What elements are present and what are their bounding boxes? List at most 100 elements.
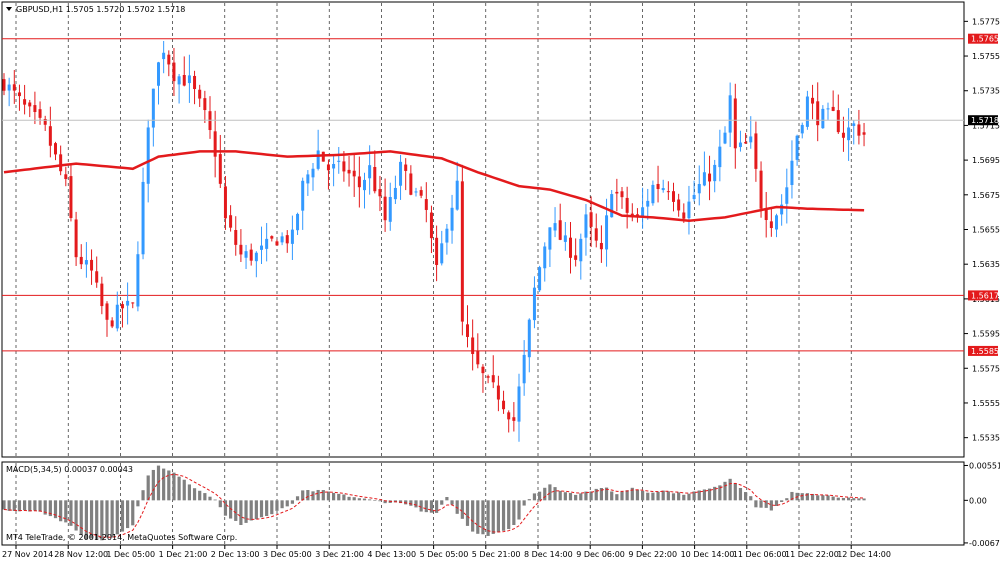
macd-bar xyxy=(610,491,614,501)
macd-bar xyxy=(218,500,222,508)
bear-candle xyxy=(435,237,439,265)
bear-candle xyxy=(326,164,330,171)
price-tick-label: 1.5635 xyxy=(972,260,1000,269)
bear-candle xyxy=(234,230,238,245)
macd-bar xyxy=(857,498,861,501)
bear-candle xyxy=(229,215,233,228)
macd-bar xyxy=(538,491,542,501)
macd-bar xyxy=(759,500,763,508)
bull-candle xyxy=(522,354,526,384)
macd-tick-label: -0.00673 xyxy=(969,539,1000,548)
macd-bar xyxy=(306,490,310,501)
macd-bar xyxy=(507,500,511,530)
bear-candle xyxy=(239,244,243,255)
bear-candle xyxy=(733,98,737,149)
macd-bar xyxy=(146,475,150,501)
bear-candle xyxy=(270,236,274,239)
trading-chart[interactable]: GBPUSD,H1 1.5705 1.5720 1.5702 1.5718 MA… xyxy=(0,0,1000,561)
bear-candle xyxy=(620,191,624,198)
time-tick-label: 5 Dec 21:00 xyxy=(472,550,521,559)
macd-bar xyxy=(311,491,315,501)
macd-bar xyxy=(213,499,217,501)
bear-candle xyxy=(12,84,16,91)
macd-bar xyxy=(852,498,856,501)
bear-candle xyxy=(64,174,68,180)
price-tick-label: 1.5735 xyxy=(972,87,1000,96)
macd-bar xyxy=(347,496,351,501)
bull-candle xyxy=(584,214,588,238)
macd-bar xyxy=(316,489,320,501)
bull-candle xyxy=(280,236,284,243)
bull-candle xyxy=(445,228,449,243)
bear-candle xyxy=(615,191,619,194)
macd-bar xyxy=(682,494,686,501)
price-tick-label: 1.5775 xyxy=(972,17,1000,26)
bull-candle xyxy=(548,227,552,250)
bear-candle xyxy=(404,164,408,171)
price-tick-label: 1.5555 xyxy=(972,399,1000,408)
macd-bar xyxy=(352,497,356,501)
current-price-label: 1.5718 xyxy=(971,116,999,125)
macd-bar xyxy=(2,500,6,510)
macd-bar xyxy=(378,500,382,502)
macd-tick-label: 0.00 xyxy=(969,496,987,505)
bear-candle xyxy=(466,324,469,337)
bear-candle xyxy=(594,228,598,241)
bull-candle xyxy=(692,194,696,200)
bear-candle xyxy=(110,320,114,327)
bull-candle xyxy=(455,180,459,210)
macd-bar xyxy=(568,492,573,501)
bear-candle xyxy=(599,242,603,250)
bear-candle xyxy=(131,302,135,304)
time-tick-label: 1 Dec 21:00 xyxy=(159,550,208,559)
time-tick-label: 10 Dec 14:00 xyxy=(681,550,735,559)
macd-bar xyxy=(182,479,186,501)
bear-candle xyxy=(656,183,660,190)
bull-candle xyxy=(826,108,830,110)
macd-bar xyxy=(254,500,258,520)
macd-bar xyxy=(208,496,212,501)
bull-candle xyxy=(84,260,88,265)
bear-candle xyxy=(90,259,94,271)
macd-bar xyxy=(496,500,500,533)
bull-candle xyxy=(775,215,778,230)
macd-bar xyxy=(239,500,243,525)
macd-bar xyxy=(491,500,495,534)
bear-candle xyxy=(167,54,171,65)
bear-candle xyxy=(816,101,820,126)
time-tick-label: 4 Dec 13:00 xyxy=(367,550,416,559)
macd-bar xyxy=(661,490,665,501)
macd-bar xyxy=(579,493,583,501)
macd-bar xyxy=(192,488,197,501)
time-tick-label: 9 Dec 06:00 xyxy=(576,550,625,559)
macd-bar xyxy=(368,499,372,501)
macd-bar xyxy=(532,493,537,501)
bull-candle xyxy=(527,319,531,358)
macd-bar xyxy=(728,478,732,501)
bull-candle xyxy=(821,108,825,129)
macd-bar xyxy=(635,489,640,501)
price-tick-label: 1.5755 xyxy=(972,52,1000,61)
bull-candle xyxy=(605,215,609,250)
bear-candle xyxy=(502,400,506,410)
macd-bar xyxy=(120,500,125,532)
bull-candle xyxy=(306,174,310,184)
bear-candle xyxy=(857,124,861,136)
bear-candle xyxy=(74,219,78,258)
bear-candle xyxy=(172,62,176,82)
bear-candle xyxy=(836,110,840,133)
macd-bar xyxy=(548,484,552,501)
bear-candle xyxy=(429,212,433,239)
macd-bar xyxy=(280,500,284,509)
price-tick-label: 1.5675 xyxy=(972,191,1000,200)
bull-candle xyxy=(450,207,454,231)
bear-candle xyxy=(95,271,99,283)
time-tick-label: 28 Nov 12:00 xyxy=(54,550,108,559)
bear-candle xyxy=(682,212,686,219)
macd-bar xyxy=(126,500,130,529)
bull-candle xyxy=(296,213,300,231)
bear-candle xyxy=(79,256,83,265)
macd-bar xyxy=(821,495,825,501)
macd-bar xyxy=(249,500,253,521)
macd-bar xyxy=(677,492,681,501)
